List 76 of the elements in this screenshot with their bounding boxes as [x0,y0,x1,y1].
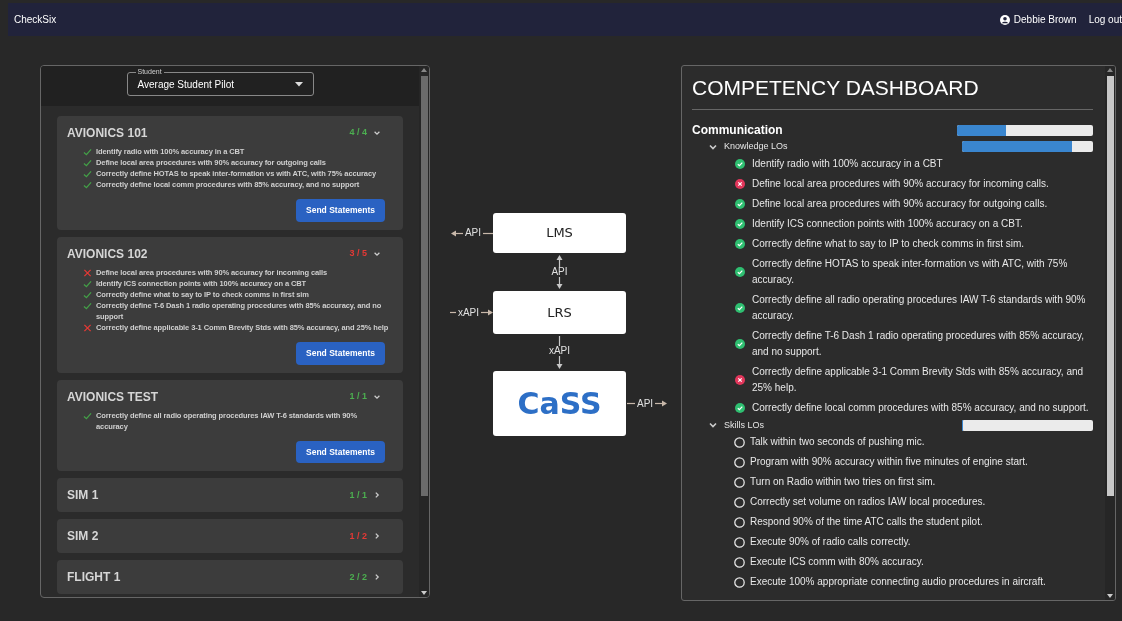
course-count: 4 / 4 [349,126,367,140]
course-count: 3 / 5 [349,247,367,260]
scroll-up-icon[interactable] [421,68,427,72]
outcome-text: Execute 90% of radio calls correctly. [750,535,911,549]
course-header[interactable]: SIM 2 1 / 2 [67,527,393,546]
course-title: SIM 2 [67,528,99,546]
group-toggle[interactable]: Knowledge LOs [692,140,788,154]
course-title: SIM 1 [67,487,99,505]
outcome-text: Turn on Radio within two tries on first sim. [750,475,936,489]
course-header[interactable]: AVIONICS TEST 1 / 1 [67,387,393,406]
connector-line [627,400,635,407]
node-label: LRS [547,303,572,322]
caret-icon [294,81,303,87]
connector-label: xAPI [548,346,571,356]
arrow-icon [450,229,463,237]
competency-name: Communication [692,122,783,139]
course-header[interactable]: SIM 1 1 / 1 [67,486,393,505]
send-statements-button[interactable]: Send Statements [296,199,385,222]
scroll-down-icon[interactable] [1107,594,1113,598]
arrow-icon [655,400,668,407]
scrollbar-thumb[interactable] [420,76,428,496]
outcome-text: Correctly define applicable 3-1 Comm Brevity Stds with 85% accuracy, and 25% help. [752,364,1085,395]
send-statements-button[interactable]: Send Statements [296,341,385,365]
node-label: LMS [546,224,573,243]
scrollbar-thumb[interactable] [1106,76,1114,496]
outcome-text: Correctly define local comm procedures with 85% accuracy, and no support. [752,400,1089,415]
arrow-icon [481,309,493,316]
logout-link[interactable]: Log out [1088,12,1122,27]
user-menu[interactable]: Debbie Brown [999,12,1077,27]
course-header[interactable]: AVIONICS 101 4 / 4 [67,124,393,142]
outcome-text: Correctly define all radio operating procedures IAW T-6 standards with 90% accuracy. [752,292,1087,323]
outcome-text: Talk within two seconds of pushing mic. [750,435,925,449]
node-label: CaSS [517,385,602,423]
outcome-text: Correctly set volume on radios IAW local procedures. [750,495,986,509]
outcome-text: Define local area procedures with 90% accuracy for outgoing calls. [752,196,1048,211]
outcome-text: Execute 100% appropriate connecting audio procedures in aircraft. [750,575,1046,589]
scrollbar[interactable] [1105,66,1115,600]
course-count: 1 / 1 [349,488,367,502]
outcome-text: Correctly define HOTAS to speak inter-formation vs with ATC, with 75% accuracy. [752,256,1069,287]
chevron-right-icon [373,491,381,500]
course-title: AVIONICS 101 [67,125,148,142]
connector-label: API [551,267,568,277]
course-header[interactable]: AVIONICS 102 3 / 5 [67,244,393,263]
course-count: 2 / 2 [349,570,367,584]
outcome-text: Respond 90% of the time ATC calls the student pilot. [750,515,983,529]
group-toggle[interactable]: Skills LOs [692,418,764,432]
arrow-icon [556,277,563,289]
course-header[interactable]: FLIGHT 1 2 / 2 [67,568,393,587]
arrow-icon [556,255,563,267]
connector-label: API [637,398,654,409]
chevron-down-icon [373,129,381,137]
brand-name[interactable]: CheckSix [14,12,57,27]
outcome-text: Define local area procedures with 90% accuracy for incoming calls. [752,176,1049,191]
connector-label: API [464,228,481,238]
scroll-up-icon[interactable] [1107,68,1113,72]
chevron-right-icon [373,532,381,541]
connector-line [449,309,456,316]
outcome-text: Correctly define T-6 Dash 1 radio operating procedures with 85% accuracy, and no support. [752,328,1086,359]
outcome-text: Identify radio with 100% accuracy in a CBT [752,156,943,171]
scroll-down-icon[interactable] [421,591,427,595]
arrow-icon [556,356,563,369]
send-statements-button[interactable]: Send Statements [296,440,385,464]
connector-label: xAPI [457,307,479,318]
outcome-text: Execute ICS comm with 80% accuracy. [750,555,924,569]
dashboard-title: COMPETENCY DASHBOARD [692,76,1093,110]
chevron-right-icon [373,573,381,582]
course-count: 1 / 2 [349,529,367,543]
course-title: FLIGHT 1 [67,569,121,587]
course-title: AVIONICS 102 [67,245,148,263]
course-count: 1 / 1 [349,389,367,403]
scrollbar[interactable] [419,66,429,597]
course-title: AVIONICS TEST [67,388,159,406]
outcome-text: Correctly define what to say to IP to check comms in first sim. [752,236,1025,251]
user-icon [999,14,1010,25]
outcome-text: Identify ICS connection points with 100% accuracy on a CBT. [752,216,1023,231]
outcome-text: Program with 90% accuracy within five minutes of engine start. [750,455,1028,469]
